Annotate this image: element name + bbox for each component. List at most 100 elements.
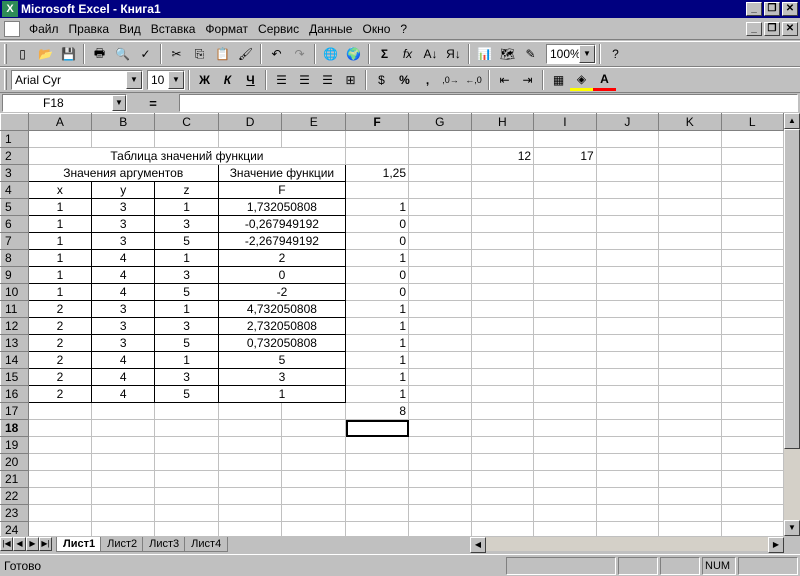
cell[interactable] (91, 453, 156, 471)
cell[interactable] (408, 385, 472, 403)
cell[interactable] (658, 181, 722, 199)
cell[interactable] (470, 300, 535, 318)
chart-wizard-icon[interactable]: 📊 (473, 43, 496, 65)
row-header[interactable]: 8 (0, 249, 29, 267)
column-header[interactable]: K (658, 113, 722, 131)
cell[interactable]: 3 (91, 215, 156, 233)
cell[interactable]: 4 (91, 283, 156, 301)
maximize-button[interactable]: ❐ (764, 2, 780, 16)
toolbar-grip[interactable] (4, 70, 7, 90)
cell[interactable]: 1 (27, 198, 93, 216)
menu-tools[interactable]: Сервис (253, 20, 304, 38)
chevron-down-icon[interactable]: ▼ (168, 71, 184, 89)
cell[interactable] (470, 249, 535, 267)
cell[interactable] (217, 504, 283, 522)
formula-input[interactable] (179, 94, 798, 112)
cell[interactable]: 1,732050808 (217, 198, 347, 216)
cell[interactable] (658, 419, 722, 437)
row-header[interactable]: 5 (0, 198, 29, 216)
cell[interactable] (720, 504, 784, 522)
merge-center-icon[interactable]: ⊞ (339, 69, 362, 91)
align-center-icon[interactable]: ☰ (293, 69, 316, 91)
cell[interactable] (470, 266, 535, 284)
menu-format[interactable]: Формат (200, 20, 253, 38)
font-size-select[interactable]: 10 ▼ (147, 70, 185, 90)
cell[interactable] (154, 419, 219, 437)
cell[interactable]: 2 (27, 300, 93, 318)
cell[interactable] (217, 487, 283, 505)
sheet-tab-3[interactable]: Лист3 (142, 536, 187, 552)
cell[interactable] (595, 351, 660, 369)
cell[interactable]: 5 (154, 232, 219, 250)
scroll-right-icon[interactable]: ▶ (768, 537, 784, 553)
cell[interactable]: 3 (91, 198, 156, 216)
align-left-icon[interactable]: ☰ (270, 69, 293, 91)
cell[interactable]: 1 (27, 232, 93, 250)
cell[interactable] (658, 130, 722, 148)
cell[interactable] (281, 453, 347, 471)
column-header[interactable]: H (470, 113, 535, 131)
sort-ascending-icon[interactable]: A↓ (419, 43, 442, 65)
increase-decimal-icon[interactable]: ,0→ (439, 69, 462, 91)
cell[interactable] (595, 334, 660, 352)
cell[interactable] (408, 504, 472, 522)
column-header[interactable]: E (281, 113, 347, 131)
row-header[interactable]: 15 (0, 368, 29, 386)
row-header[interactable]: 7 (0, 232, 29, 250)
cell[interactable] (533, 130, 597, 148)
cell[interactable] (408, 419, 472, 437)
cell[interactable] (154, 521, 219, 536)
drawing-icon[interactable]: ✎ (519, 43, 542, 65)
cell[interactable] (408, 521, 472, 536)
cell[interactable]: 1 (345, 368, 410, 386)
cell[interactable] (154, 130, 219, 148)
cell[interactable] (91, 436, 156, 454)
last-sheet-icon[interactable]: ▶| (39, 537, 52, 551)
cell[interactable] (595, 368, 660, 386)
cell[interactable] (470, 232, 535, 250)
cell[interactable] (91, 521, 156, 536)
cell[interactable] (720, 317, 784, 335)
cell[interactable] (533, 402, 597, 420)
cell[interactable]: 1 (27, 283, 93, 301)
column-header[interactable]: L (720, 113, 784, 131)
cell[interactable] (217, 419, 283, 437)
row-header[interactable]: 24 (0, 521, 29, 536)
name-box[interactable]: F18 ▼ (2, 94, 127, 112)
scroll-thumb[interactable] (784, 129, 800, 449)
sheet-tab-4[interactable]: Лист4 (184, 536, 229, 552)
table-title[interactable]: Таблица значений функции (27, 147, 347, 165)
cell[interactable] (533, 385, 597, 403)
cell[interactable] (408, 317, 472, 335)
cell[interactable]: 2 (27, 317, 93, 335)
cell[interactable] (281, 130, 347, 148)
increase-indent-icon[interactable]: ⇥ (516, 69, 539, 91)
cell[interactable] (27, 470, 93, 488)
row-header[interactable]: 13 (0, 334, 29, 352)
cell[interactable] (470, 283, 535, 301)
cell[interactable] (533, 232, 597, 250)
cell[interactable]: 0 (345, 266, 410, 284)
underline-button[interactable]: Ч (239, 69, 262, 91)
cell[interactable] (595, 402, 660, 420)
cell[interactable] (470, 164, 535, 182)
cell[interactable] (533, 198, 597, 216)
cell[interactable] (408, 334, 472, 352)
prev-sheet-icon[interactable]: ◀ (13, 537, 26, 551)
row-header[interactable]: 20 (0, 453, 29, 471)
cell[interactable] (595, 232, 660, 250)
cell[interactable] (91, 470, 156, 488)
cell[interactable]: 1 (345, 351, 410, 369)
cell[interactable] (345, 453, 410, 471)
cell[interactable]: -2,267949192 (217, 232, 347, 250)
cell[interactable] (720, 266, 784, 284)
menu-view[interactable]: Вид (114, 20, 146, 38)
cell[interactable] (408, 453, 472, 471)
cell[interactable]: 3 (91, 334, 156, 352)
cell[interactable] (533, 487, 597, 505)
cell[interactable] (720, 453, 784, 471)
cell[interactable] (595, 436, 660, 454)
cut-icon[interactable]: ✂ (165, 43, 188, 65)
cell[interactable] (720, 283, 784, 301)
cell[interactable] (408, 470, 472, 488)
